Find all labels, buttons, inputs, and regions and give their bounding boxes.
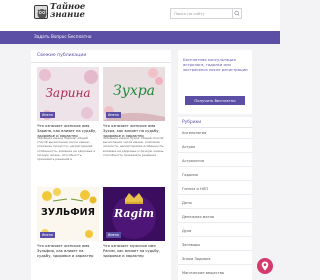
rubric-divider — [178, 208, 252, 209]
sidebar-rubrics: Рубрики Ангелология Астрал Астрология Га… — [178, 117, 252, 280]
category-badge[interactable]: Имена — [106, 232, 121, 238]
rubric-link[interactable]: Астрал — [182, 145, 195, 150]
logo-line-2: знание — [50, 10, 85, 20]
section-title: Свежие публикации — [37, 53, 87, 58]
post-title[interactable]: Что означает мужское имя Рагим, как влия… — [103, 244, 165, 259]
rubric-divider — [178, 180, 252, 181]
rubric-link[interactable]: Даты — [182, 201, 192, 206]
page: Тайное знание Поиск по сайту Задать Вопр… — [0, 0, 280, 280]
search-input[interactable]: Поиск по сайту — [170, 8, 234, 19]
post-excerpt: Значение имени Зарина: общий способ вычи… — [37, 136, 96, 162]
promo-text[interactable]: Бесплатная консультация астролога, гадал… — [183, 57, 249, 72]
post-thumbnail[interactable]: ЗУЛЬФИЯ Имена — [37, 187, 99, 241]
category-badge[interactable]: Имена — [106, 112, 121, 118]
rubric-divider — [178, 152, 252, 153]
category-badge[interactable]: Имена — [40, 112, 55, 118]
rubric-link[interactable]: Гипноз и НЛП — [182, 187, 208, 192]
section-header: Свежие публикации — [31, 50, 171, 63]
post-name-art: Ragim — [113, 207, 155, 220]
get-free-button[interactable]: Получить бесплатно — [185, 96, 245, 105]
main-nav: Задать Вопрос Бесплатно — [0, 31, 280, 44]
search-icon — [234, 10, 240, 16]
owl-logo-icon[interactable] — [34, 5, 48, 19]
rubric-link[interactable]: Духи — [182, 229, 191, 234]
post-name-art: ЗУЛЬФИЯ — [41, 207, 95, 218]
post-excerpt: Значение имени Зухра: общий способ вычис… — [103, 136, 165, 157]
rubric-link[interactable]: Заговоры — [182, 243, 200, 248]
map-pin-icon — [261, 261, 269, 271]
post-thumbnail[interactable]: Зарина Имена — [37, 67, 99, 121]
rubric-divider — [178, 250, 252, 251]
post-name-art: Зарина — [45, 86, 91, 100]
main-content: Свежие публикации Зарина Имена Что означ… — [31, 50, 171, 280]
rubric-divider — [178, 264, 252, 265]
floating-action-button[interactable] — [257, 258, 273, 274]
sidebar-promo: Бесплатная консультация астролога, гадал… — [178, 50, 252, 114]
site-header: Тайное знание Поиск по сайту — [0, 0, 280, 31]
rubric-link[interactable]: Знаки Зодиака — [182, 257, 210, 262]
site-logo-text[interactable]: Тайное знание — [50, 3, 85, 20]
rubrics-title: Рубрики — [182, 120, 202, 125]
post-title[interactable]: Что означает женское имя Зульфия, как вл… — [37, 244, 99, 259]
search-button[interactable] — [232, 8, 242, 19]
nav-link-ask-question[interactable]: Задать Вопрос Бесплатно — [34, 34, 91, 40]
post-thumbnail[interactable]: Ragim Имена — [103, 187, 165, 241]
rubric-divider — [178, 194, 252, 195]
rubrics-header: Рубрики — [178, 117, 252, 128]
post-thumbnail[interactable]: Зухра Имена — [103, 67, 165, 121]
rubric-divider — [178, 236, 252, 237]
rubric-link[interactable]: Астрология — [182, 159, 204, 164]
category-badge[interactable]: Имена — [40, 232, 55, 238]
rubric-link[interactable]: Денежная магия — [182, 215, 214, 220]
rubric-link[interactable]: Ангелология — [182, 131, 206, 136]
post-name-art: Зухра — [112, 83, 156, 99]
rubric-link[interactable]: Магические вещества — [182, 271, 224, 276]
rubric-divider — [178, 222, 252, 223]
rubric-divider — [178, 166, 252, 167]
rubric-link[interactable]: Гадания — [182, 173, 198, 178]
rubric-divider — [178, 138, 252, 139]
